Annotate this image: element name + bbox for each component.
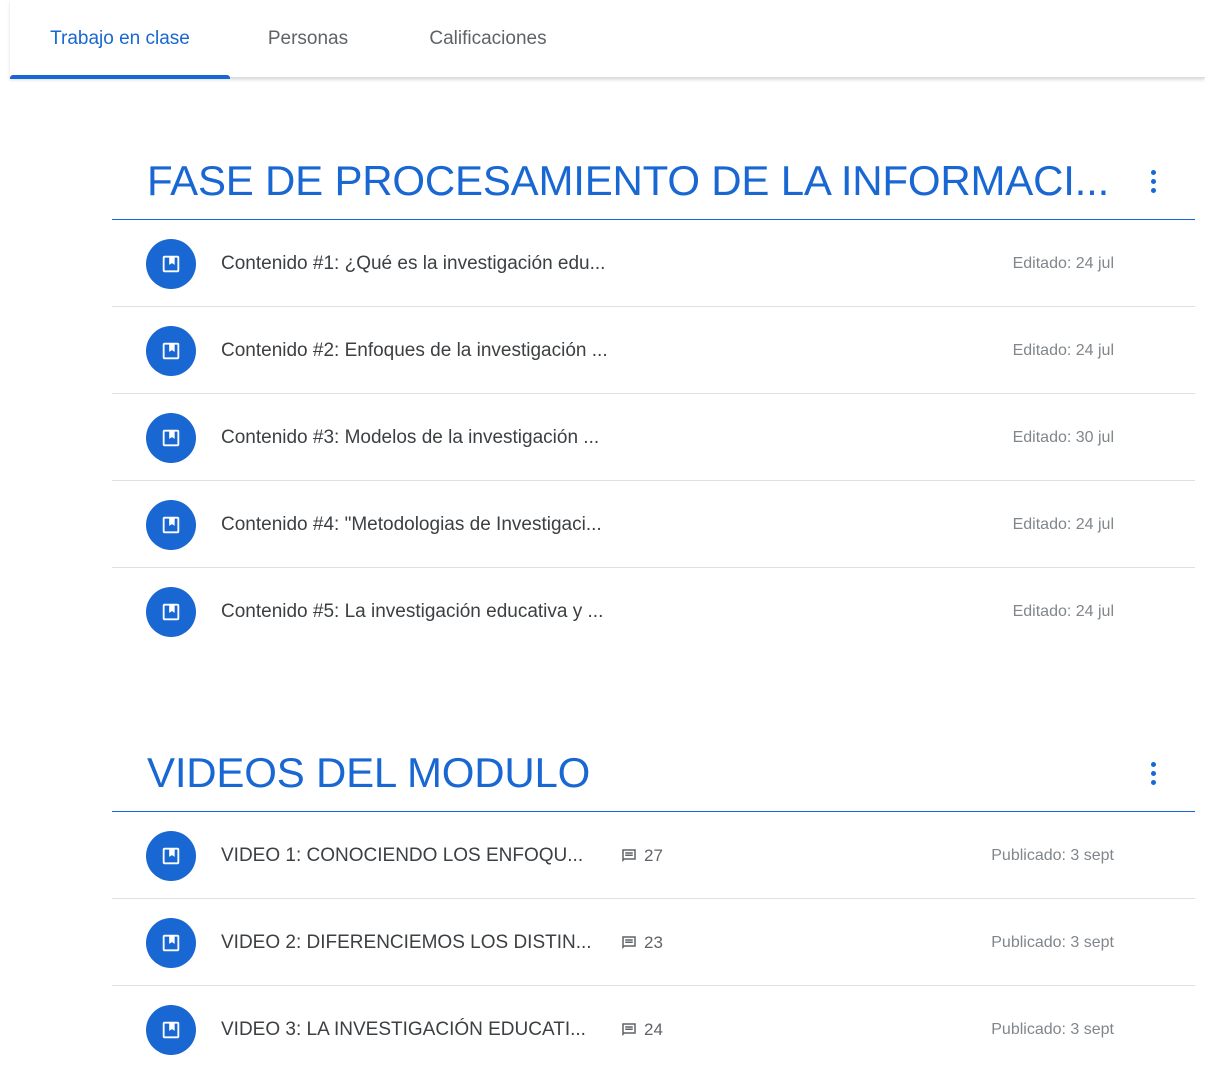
class-material-icon <box>146 500 196 550</box>
item-title: VIDEO 3: LA INVESTIGACIÓN EDUCATI... <box>221 1018 586 1040</box>
item-date: Editado: 24 jul <box>1012 602 1114 620</box>
comment-count-value: 23 <box>644 932 663 952</box>
tab-label: Personas <box>267 28 349 49</box>
class-material-icon <box>146 587 196 637</box>
list-item[interactable]: Contenido #2: Enfoques de la investigaci… <box>112 307 1195 394</box>
topic-section: VIDEOS DEL MODULO VIDEO 1: CONOCIENDO LO… <box>112 707 1195 1073</box>
item-date: Editado: 30 jul <box>1012 428 1114 446</box>
comment-count-value: 27 <box>644 845 663 865</box>
class-material-icon <box>146 918 196 968</box>
tab-label: Calificaciones <box>429 28 547 49</box>
more-vert-icon[interactable] <box>1143 161 1163 201</box>
list-item[interactable]: Contenido #4: "Metodologias de Investiga… <box>112 481 1195 568</box>
tab-calificaciones[interactable]: Calificaciones <box>408 0 568 78</box>
item-date: Publicado: 3 sept <box>991 846 1114 864</box>
topic-header: FASE DE PROCESAMIENTO DE LA INFORMACI... <box>112 115 1195 220</box>
more-vert-icon[interactable] <box>1143 753 1163 793</box>
comment-icon <box>622 935 636 949</box>
list-item[interactable]: Contenido #5: La investigación educativa… <box>112 568 1195 655</box>
class-material-icon <box>146 413 196 463</box>
list-item[interactable]: VIDEO 1: CONOCIENDO LOS ENFOQU... 27 Pub… <box>112 812 1195 899</box>
comment-count: 27 <box>620 812 663 899</box>
class-material-icon <box>146 239 196 289</box>
top-tab-bar: Trabajo en clase Personas Calificaciones <box>10 0 1205 79</box>
comment-icon <box>622 848 636 862</box>
tab-label: Trabajo en clase <box>50 28 190 49</box>
item-date: Editado: 24 jul <box>1012 341 1114 359</box>
tab-trabajo-en-clase[interactable]: Trabajo en clase <box>10 0 230 79</box>
list-item[interactable]: Contenido #1: ¿Qué es la investigación e… <box>112 220 1195 307</box>
topic-header: VIDEOS DEL MODULO <box>112 707 1195 812</box>
comment-icon <box>622 1022 636 1036</box>
item-date: Editado: 24 jul <box>1012 515 1114 533</box>
item-title: Contenido #1: ¿Qué es la investigación e… <box>221 252 606 274</box>
topic-title[interactable]: FASE DE PROCESAMIENTO DE LA INFORMACI... <box>147 157 1109 205</box>
topic-title[interactable]: VIDEOS DEL MODULO <box>147 749 590 797</box>
comment-count-value: 24 <box>644 1019 663 1039</box>
item-title: Contenido #5: La investigación educativa… <box>221 600 604 622</box>
item-title: Contenido #3: Modelos de la investigació… <box>221 426 600 448</box>
class-material-icon <box>146 1005 196 1055</box>
list-item[interactable]: VIDEO 3: LA INVESTIGACIÓN EDUCATI... 24 … <box>112 986 1195 1073</box>
comment-count: 24 <box>620 986 663 1073</box>
item-title: VIDEO 2: DIFERENCIEMOS LOS DISTIN... <box>221 931 592 953</box>
item-date: Publicado: 3 sept <box>991 1020 1114 1038</box>
tab-personas[interactable]: Personas <box>248 0 368 78</box>
list-item[interactable]: Contenido #3: Modelos de la investigació… <box>112 394 1195 481</box>
item-title: Contenido #4: "Metodologias de Investiga… <box>221 513 602 535</box>
class-material-icon <box>146 831 196 881</box>
topic-section: FASE DE PROCESAMIENTO DE LA INFORMACI...… <box>112 115 1195 655</box>
list-item[interactable]: VIDEO 2: DIFERENCIEMOS LOS DISTIN... 23 … <box>112 899 1195 986</box>
item-title: Contenido #2: Enfoques de la investigaci… <box>221 339 608 361</box>
comment-count: 23 <box>620 899 663 986</box>
item-title: VIDEO 1: CONOCIENDO LOS ENFOQU... <box>221 844 584 866</box>
class-material-icon <box>146 326 196 376</box>
item-date: Editado: 24 jul <box>1012 254 1114 272</box>
item-date: Publicado: 3 sept <box>991 933 1114 951</box>
